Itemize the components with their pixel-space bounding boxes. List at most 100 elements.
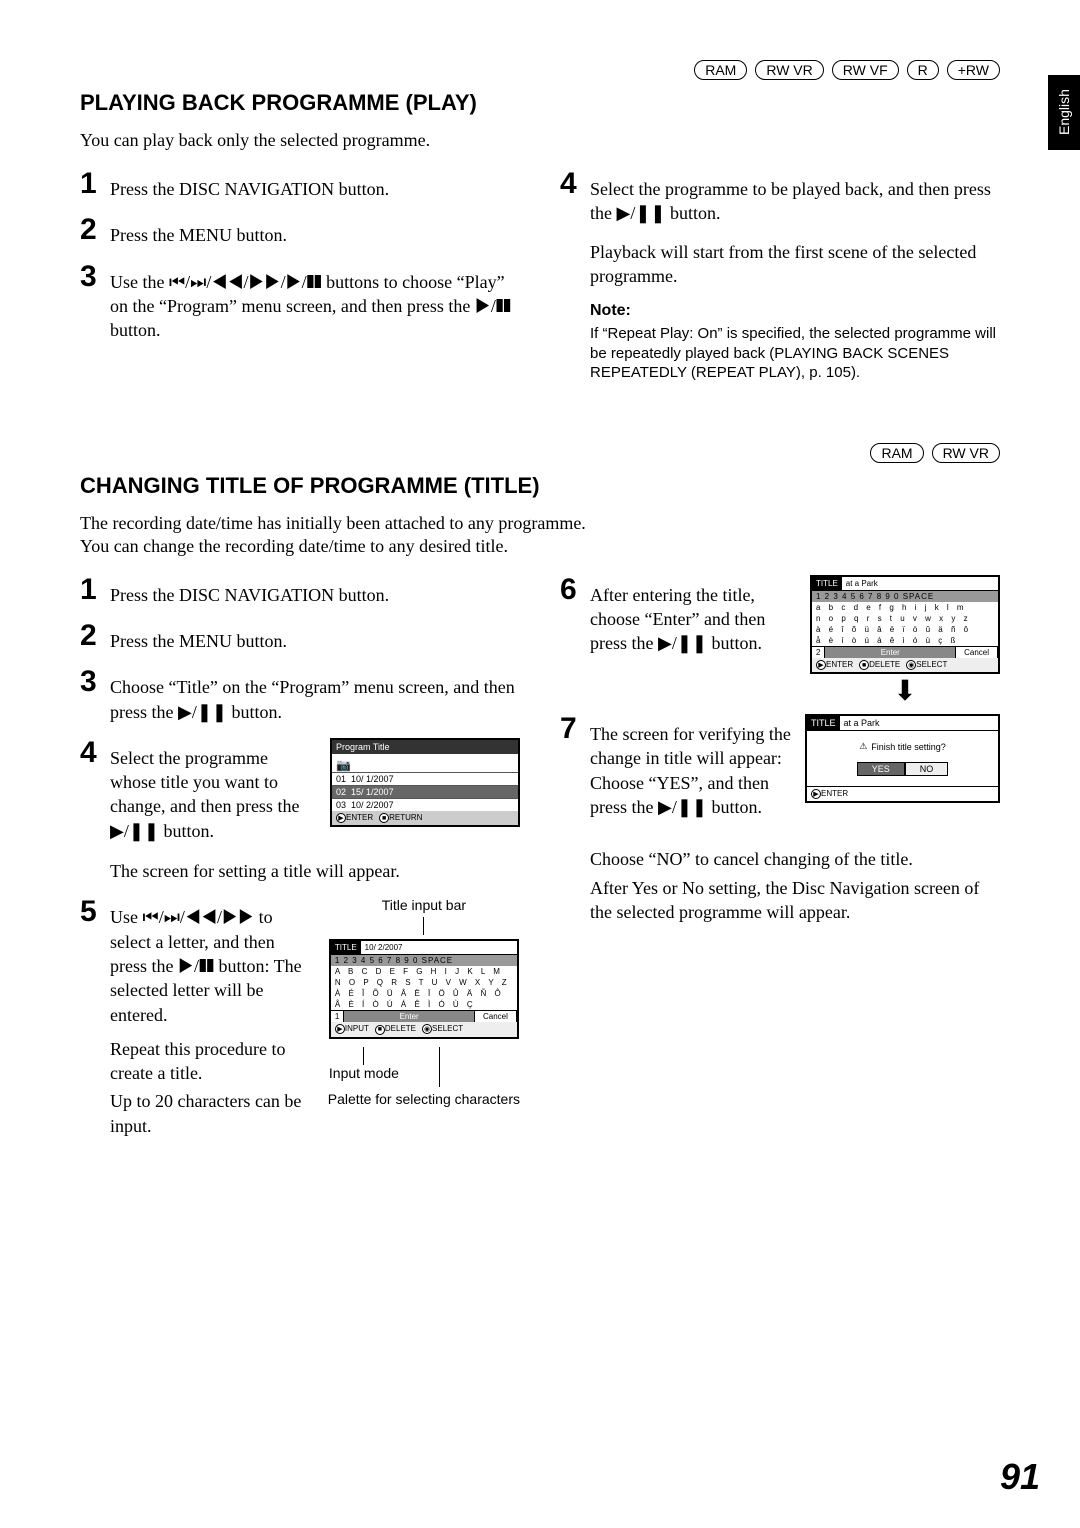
format-badges-mid: RAM RW VR	[80, 443, 1000, 463]
step-number: 1	[80, 575, 102, 605]
page-number: 91	[1000, 1456, 1040, 1498]
palette-title-label: TITLE	[331, 941, 361, 954]
palette-footer: ▶ENTER ■DELETE ◉SELECT	[812, 658, 998, 673]
palette-row: 1 2 3 4 5 6 7 8 9 0 SPACE	[331, 955, 517, 966]
pointer-line	[423, 917, 424, 935]
s1-step4: 4 Select the programme to be played back…	[560, 169, 1000, 226]
step-text: Press the MENU button.	[110, 215, 287, 247]
palette-screen-upper: TITLE 10/ 2/2007 1 2 3 4 5 6 7 8 9 0 SPA…	[329, 939, 519, 1039]
step-text: After entering the title, choose “Enter”…	[590, 575, 798, 656]
section2-title: CHANGING TITLE OF PROGRAMME (TITLE)	[80, 473, 1000, 499]
badge-ram: RAM	[694, 60, 747, 80]
verify-question: ⚠ Finish title setting?	[815, 741, 990, 752]
step-number: 5	[80, 897, 102, 927]
palette-row: 1 2 3 4 5 6 7 8 9 0 SPACE	[812, 591, 998, 602]
select-icon: ◉	[906, 660, 916, 670]
section1-title: PLAYING BACK PROGRAMME (PLAY)	[80, 90, 1000, 116]
s2-step7: 7 The screen for verifying the change in…	[560, 714, 793, 819]
step-number: 4	[80, 738, 102, 768]
palette-title-text: 10/ 2/2007	[361, 941, 517, 954]
step-number: 2	[80, 215, 102, 245]
palette-row: Å È Í Ò Ú Á Ê Ì Ó Ù Ç	[331, 999, 517, 1010]
palette-label: Palette for selecting characters	[328, 1091, 520, 1107]
section2-intro1: The recording date/time has initially be…	[80, 513, 1000, 534]
step-text: Choose “Title” on the “Program” menu scr…	[110, 667, 520, 724]
palette-cancel: Cancel	[475, 1011, 517, 1022]
verify-no-button: NO	[905, 762, 949, 776]
palette-enter: Enter	[825, 647, 956, 658]
step-number: 2	[80, 621, 102, 651]
verify-footer: ▶ENTER	[807, 786, 998, 801]
palette-row: A B C D E F G H I J K L M	[331, 966, 517, 977]
badge-rwvr: RW VR	[755, 60, 823, 80]
title-input-bar-label: Title input bar	[382, 897, 466, 913]
step-text: Press the DISC NAVIGATION button.	[110, 575, 389, 607]
s2-step6: 6 After entering the title, choose “Ente…	[560, 575, 798, 656]
s2-step5-after2: Up to 20 characters can be input.	[110, 1089, 312, 1138]
language-tab: English	[1048, 75, 1080, 150]
s1-step2: 2 Press the MENU button.	[80, 215, 520, 247]
step-number: 1	[80, 169, 102, 199]
section1-intro: You can play back only the selected prog…	[80, 130, 1000, 151]
step-number: 6	[560, 575, 582, 605]
camera-icon: 📷	[332, 754, 518, 772]
step-number: 3	[80, 262, 102, 292]
palette-row: a b c d e f g h i j k l m	[812, 602, 998, 613]
palette-row: å è í ò ú á ê ì ó ù ç ß	[812, 635, 998, 646]
screen-footer: ▶ENTER ■RETURN	[332, 811, 518, 826]
palette-row: n o p q r s t u v w x y z	[812, 613, 998, 624]
s2-step3: 3 Choose “Title” on the “Program” menu s…	[80, 667, 520, 724]
note-heading: Note:	[590, 302, 1000, 320]
step-number: 7	[560, 714, 582, 744]
return-icon: ■	[379, 813, 389, 823]
verify-screen: TITLE at a Park ⚠ Finish title setting? …	[805, 714, 1000, 803]
step-text: Use the ⏮/⏭/◀◀/▶▶/▶/❚❚ buttons to choose…	[110, 262, 520, 343]
palette-cancel: Cancel	[956, 647, 998, 658]
delete-icon: ■	[375, 1025, 385, 1035]
enter-icon: ▶	[816, 660, 826, 670]
palette-title-label: TITLE	[812, 577, 842, 590]
down-arrow-icon: ⬇	[810, 678, 1000, 706]
warning-icon: ⚠	[859, 741, 867, 752]
s2-step7-after2: After Yes or No setting, the Disc Naviga…	[590, 876, 1000, 925]
palette-enter: Enter	[344, 1011, 475, 1022]
step-number: 4	[560, 169, 582, 199]
badge-plusrw: +RW	[947, 60, 1000, 80]
palette-row: à é î õ ü â ë ï ö û ä ñ ô	[812, 624, 998, 635]
select-icon: ◉	[422, 1024, 432, 1034]
palette-row: À É Î Õ Ü Â Ë Ï Ö Û Ä Ñ Ô	[331, 988, 517, 999]
step-text: Press the MENU button.	[110, 621, 287, 653]
program-title-screen: Program Title 📷 01 10/ 1/2007 02 15/ 1/2…	[330, 738, 520, 828]
step-text: The screen for verifying the change in t…	[590, 714, 793, 819]
badge-r: R	[907, 60, 939, 80]
palette-title-text: at a Park	[842, 577, 998, 590]
verify-title-text: at a Park	[840, 716, 998, 730]
note-text: If “Repeat Play: On” is specified, the s…	[590, 324, 1000, 383]
input-mode-label: Input mode	[329, 1065, 399, 1081]
enter-icon: ▶	[336, 813, 346, 823]
s2-step4: 4 Select the programme whose title you w…	[80, 738, 314, 843]
input-icon: ▶	[335, 1024, 345, 1034]
step-text: Press the DISC NAVIGATION button.	[110, 169, 389, 201]
pointer-line	[363, 1047, 364, 1065]
step-text: Select the programme whose title you wan…	[110, 738, 314, 843]
format-badges-top: RAM RW VR RW VF R +RW	[80, 60, 1000, 80]
s2-step1: 1 Press the DISC NAVIGATION button.	[80, 575, 520, 607]
s2-step7-after1: Choose “NO” to cancel changing of the ti…	[590, 847, 1000, 871]
s2-step4-after: The screen for setting a title will appe…	[110, 859, 520, 883]
badge-rwvf: RW VF	[832, 60, 899, 80]
program-row-selected: 02 15/ 1/2007	[332, 785, 518, 798]
palette-row: N O P Q R S T U V W X Y Z	[331, 977, 517, 988]
verify-title-label: TITLE	[807, 716, 840, 730]
s1-step1: 1 Press the DISC NAVIGATION button.	[80, 169, 520, 201]
palette-screen-lower: TITLE at a Park 1 2 3 4 5 6 7 8 9 0 SPAC…	[810, 575, 1000, 675]
step-text: Use ⏮/⏭/◀◀/▶▶ to select a letter, and th…	[110, 897, 312, 1026]
program-row: 01 10/ 1/2007	[332, 772, 518, 785]
section2-intro2: You can change the recording date/time t…	[80, 536, 1000, 557]
enter-icon: ▶	[811, 789, 821, 799]
badge-rwvr: RW VR	[932, 443, 1000, 463]
program-row: 03 10/ 2/2007	[332, 798, 518, 811]
s1-step3: 3 Use the ⏮/⏭/◀◀/▶▶/▶/❚❚ buttons to choo…	[80, 262, 520, 343]
s2-step5: 5 Use ⏮/⏭/◀◀/▶▶ to select a letter, and …	[80, 897, 312, 1026]
badge-ram: RAM	[870, 443, 923, 463]
